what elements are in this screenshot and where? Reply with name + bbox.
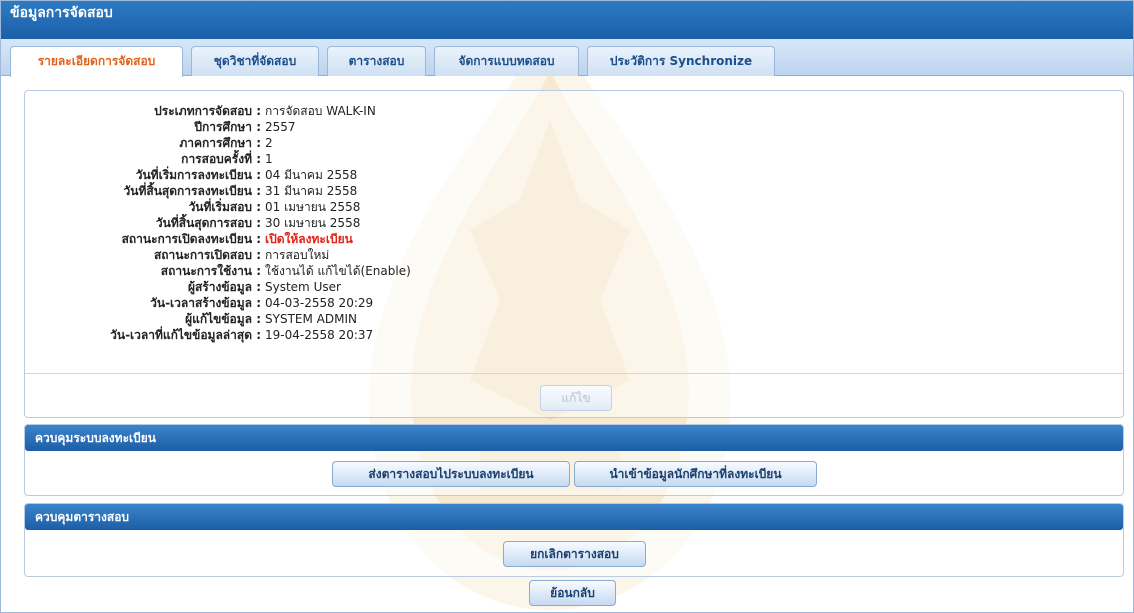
window-frame [0,0,1134,613]
